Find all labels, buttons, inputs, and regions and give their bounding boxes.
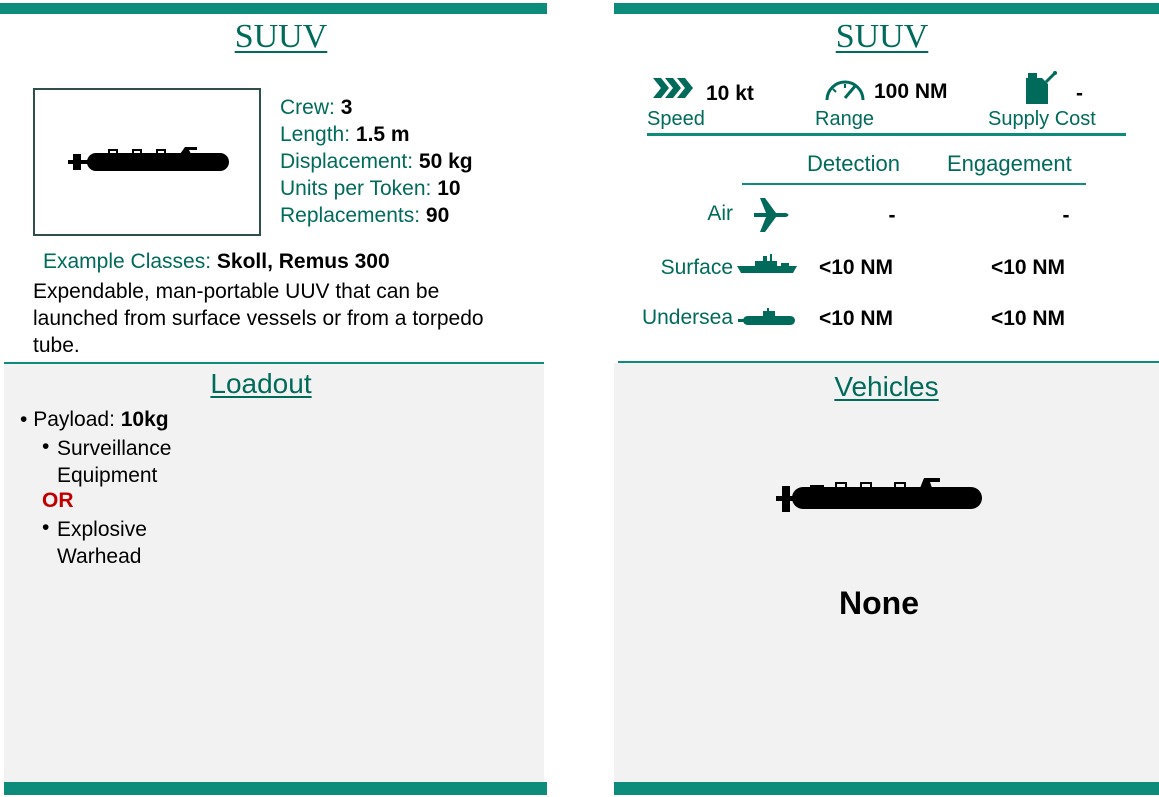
supply-value: - (1076, 82, 1083, 105)
example-classes: Example Classes: Skoll, Remus 300 (43, 248, 390, 275)
right-top-bar (614, 3, 1159, 14)
air-engagement: - (1062, 204, 1070, 227)
surface-engagement: <10 NM (990, 256, 1066, 279)
row-label-surface: Surface (660, 256, 733, 279)
vehicles-panel (614, 363, 1159, 782)
stat-label: Length: (280, 123, 356, 146)
airplane-icon (754, 198, 789, 232)
stat-value: 3 (340, 96, 353, 119)
vehicles-title: Vehicles (834, 371, 939, 402)
stat-value: 50 kg (418, 150, 473, 173)
payload-label: Payload: (33, 408, 121, 431)
stat-replacements: Replacements: 90 (280, 202, 449, 229)
stat-units-per-token: Units per Token: 10 (280, 175, 461, 202)
stat-value: 10 (437, 177, 461, 200)
surface-detection: <10 NM (818, 256, 894, 279)
vehicle-image-frame (33, 88, 261, 236)
loadout-title: Loadout (210, 368, 312, 399)
header-detection: Detection (807, 151, 900, 176)
right-bottom-bar (614, 782, 1159, 795)
table-header-underline (742, 183, 1086, 185)
range-label: Range (815, 108, 874, 130)
submarine-icon (776, 478, 982, 512)
stat-displacement: Displacement: 50 kg (280, 148, 473, 175)
stat-crew: Crew: 3 (280, 94, 352, 121)
header-engagement: Engagement (947, 151, 1072, 176)
stat-label: Crew: (280, 96, 341, 119)
supply-label: Supply Cost (988, 108, 1096, 130)
stat-label: Replacements: (280, 204, 426, 227)
stats-underline (647, 133, 1126, 136)
row-label-air: Air (707, 202, 733, 225)
stat-value: 90 (425, 204, 450, 227)
range-value: 100 NM (874, 80, 948, 103)
stat-length: Length: 1.5 m (280, 121, 410, 148)
chevrons-icon (653, 78, 693, 98)
example-classes-label: Example Classes: (43, 250, 217, 273)
loadout-option-1: Surveillance Equipment (57, 437, 172, 487)
air-detection: - (888, 204, 896, 227)
undersea-detection: <10 NM (818, 307, 894, 330)
vehicles-value: None (839, 585, 919, 621)
row-label-undersea: Undersea (641, 306, 733, 329)
submarine-icon (68, 147, 229, 171)
fuel-can-icon (1026, 71, 1057, 104)
stat-label: Units per Token: (280, 177, 438, 200)
right-card-title: SUUV (835, 18, 929, 55)
example-classes-value: Skoll, Remus 300 (216, 250, 390, 273)
payload-value: 10kg (120, 408, 169, 431)
stat-label: Displacement: (280, 150, 419, 173)
payload-item: • Payload: 10kg (20, 408, 169, 431)
vehicle-description: Expendable, man-portable UUV that can be… (33, 280, 484, 357)
speed-value: 10 kt (706, 82, 754, 105)
loadout-option-2: Explosive Warhead (57, 518, 147, 568)
bullet: • (42, 435, 50, 458)
left-bottom-bar (4, 782, 547, 795)
left-top-bar (0, 3, 547, 14)
stat-value: 1.5 m (355, 123, 410, 146)
speedometer-icon (825, 80, 865, 101)
or-label: OR (42, 489, 74, 512)
undersea-engagement: <10 NM (990, 307, 1066, 330)
bullet: • (42, 516, 50, 539)
speed-label: Speed (647, 108, 705, 130)
left-card-title: SUUV (234, 18, 328, 55)
